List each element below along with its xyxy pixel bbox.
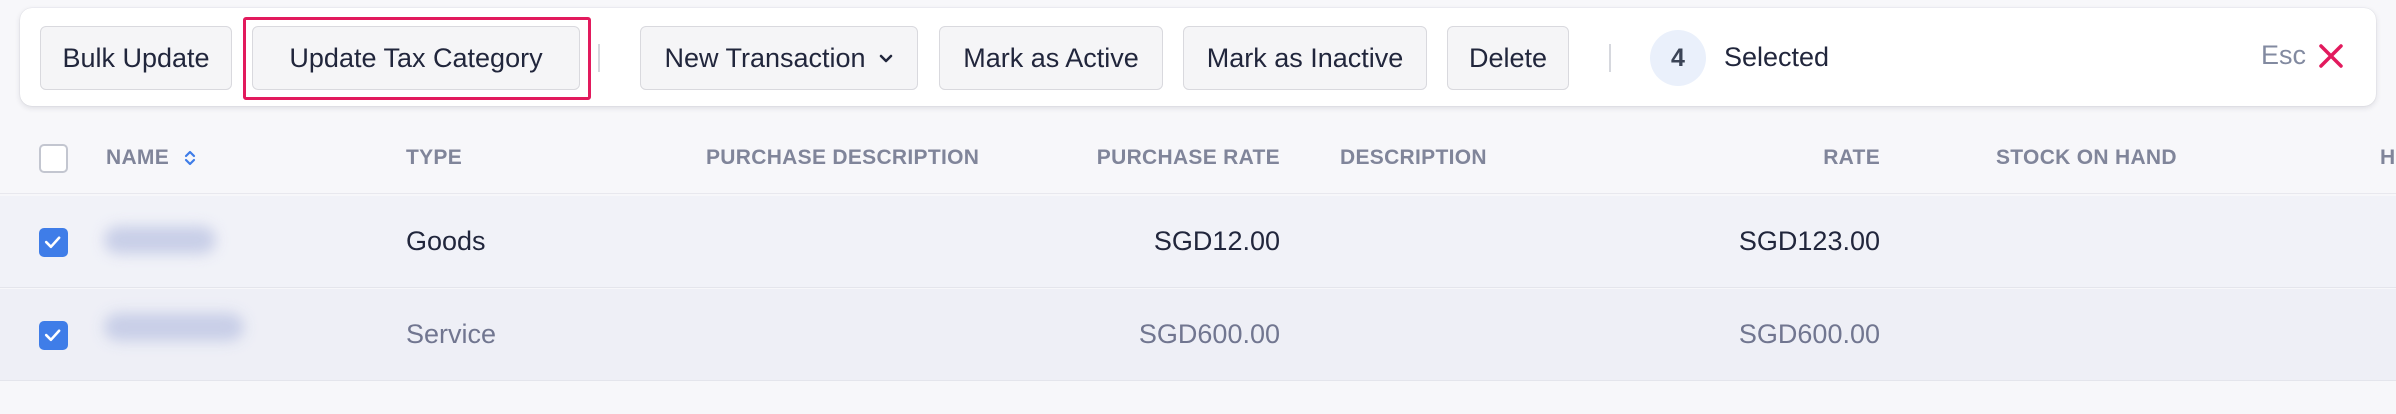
mark-as-inactive-button[interactable]: Mark as Inactive: [1183, 26, 1427, 90]
item-name-redacted[interactable]: [104, 313, 244, 341]
esc-label: Esc: [2260, 40, 2306, 70]
cell-type: Goods: [406, 226, 486, 256]
table-row[interactable]: Goods SGD12.00 SGD123.00: [0, 196, 2396, 288]
selected-label: Selected: [1724, 42, 1830, 72]
cell-purchase-rate: SGD12.00: [1153, 226, 1280, 256]
item-name-redacted[interactable]: [104, 226, 216, 254]
new-transaction-label: New Transaction: [664, 42, 866, 73]
highlight-box: [243, 17, 591, 100]
cell-rate: SGD600.00: [1738, 319, 1880, 349]
checkmark-icon: [44, 329, 61, 342]
chevron-down-icon: [879, 54, 892, 63]
column-header-purchase-description[interactable]: PURCHASE DESCRIPTION: [706, 146, 979, 170]
delete-button[interactable]: Delete: [1447, 26, 1569, 90]
selected-count-badge: 4: [1650, 30, 1706, 86]
cell-type: Service: [406, 319, 497, 349]
sort-icon[interactable]: [183, 149, 197, 167]
table-header: NAME TYPE PURCHASE DESCRIPTION PURCHASE …: [0, 122, 2396, 194]
cell-purchase-rate: SGD600.00: [1138, 319, 1280, 349]
select-all-checkbox[interactable]: [39, 144, 68, 173]
bulk-action-toolbar: Bulk Update Update Tax Category New Tran…: [20, 8, 2376, 106]
column-header-type[interactable]: TYPE: [406, 146, 462, 170]
esc-close-button[interactable]: Esc: [2261, 40, 2346, 71]
mark-as-active-button[interactable]: Mark as Active: [939, 26, 1163, 90]
column-header-rate[interactable]: RATE: [1823, 146, 1880, 170]
close-icon[interactable]: [2316, 41, 2346, 71]
column-header-name-label: NAME: [106, 146, 170, 169]
toolbar-divider: [1609, 44, 1611, 72]
row-checkbox[interactable]: [39, 228, 68, 257]
toolbar-divider: [598, 44, 600, 72]
table-row[interactable]: Service SGD600.00 SGD600.00: [0, 289, 2396, 381]
column-header-purchase-rate[interactable]: PURCHASE RATE: [1097, 146, 1280, 170]
checkmark-icon: [44, 236, 61, 249]
bulk-update-button[interactable]: Bulk Update: [40, 26, 232, 90]
column-header-stock-on-hand[interactable]: STOCK ON HAND: [1996, 146, 2177, 170]
column-header-description[interactable]: DESCRIPTION: [1340, 146, 1487, 170]
row-checkbox[interactable]: [39, 321, 68, 350]
new-transaction-dropdown[interactable]: New Transaction: [640, 26, 918, 90]
column-header-name[interactable]: NAME: [106, 146, 197, 170]
cell-rate: SGD123.00: [1738, 226, 1880, 256]
column-header-overflow[interactable]: H: [2380, 146, 2395, 170]
